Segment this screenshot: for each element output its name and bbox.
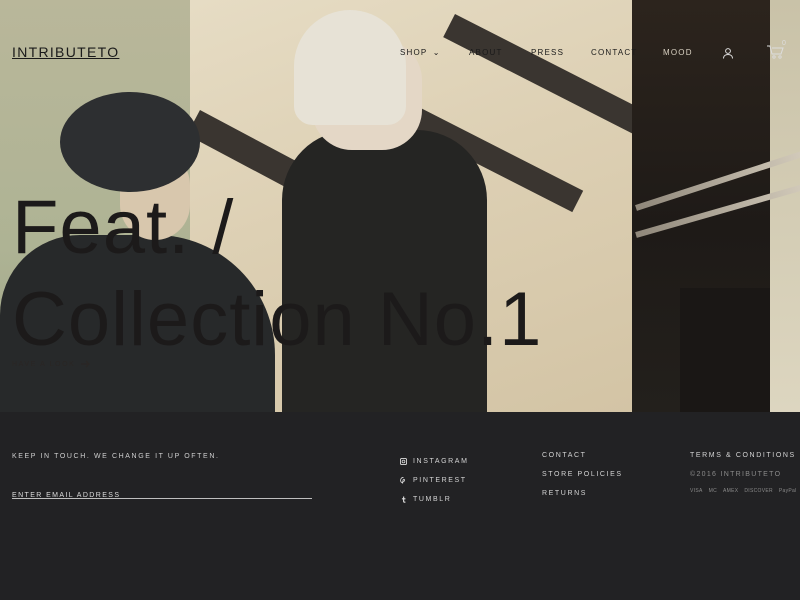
footer-links: CONTACT STORE POLICIES RETURNS [542,452,623,509]
visa-icon: VISA [690,488,703,494]
footer-link-contact[interactable]: CONTACT [542,452,623,471]
background-figure [680,288,770,412]
cart-count: 0 [782,40,786,47]
footer-link-store-policies[interactable]: STORE POLICIES [542,471,623,490]
hero-title-line2: Collection No.1 [12,277,543,362]
social-pinterest[interactable]: PINTEREST [400,471,469,490]
nav-about[interactable]: ABOUT [469,48,503,57]
nav-shop-label: SHOP [400,48,428,57]
email-field[interactable] [12,489,312,502]
social-tumblr[interactable]: TUMBLR [400,490,469,509]
chevron-down-icon: ⌄ [432,48,441,57]
footer-legal: TERMS & CONDITIONS ©2016 INTRIBUTETO VIS… [690,452,797,494]
amex-icon: AMEX [723,488,739,494]
hero-section: INTRIBUTETO SHOP ⌄ ABOUT PRESS CONTACT M… [0,0,800,412]
cart-icon[interactable]: 0 [766,40,786,59]
model-center-hair [294,10,406,125]
hero-title-line1: Feat. / [12,185,235,270]
arrow-right-icon [81,360,91,368]
social-instagram[interactable]: INSTAGRAM [400,452,469,471]
social-instagram-label: INSTAGRAM [413,458,469,465]
hero-title: Feat. / Collection No.1 [12,182,542,366]
footer: KEEP IN TOUCH. WE CHANGE IT UP OFTEN. IN… [0,412,800,600]
brand-logo[interactable]: INTRIBUTETO [12,44,119,60]
footer-tagline: KEEP IN TOUCH. WE CHANGE IT UP OFTEN. [12,453,220,460]
instagram-icon [400,458,407,465]
social-links: INSTAGRAM PINTEREST TUMBLR [400,452,469,509]
nav-contact[interactable]: CONTACT [591,48,637,57]
payment-methods: VISA MC AMEX DISCOVER PayPal [690,488,797,494]
mastercard-icon: MC [708,488,717,494]
model-left-beret [60,92,200,192]
nav-mood[interactable]: MOOD [663,48,693,57]
top-navigation: INTRIBUTETO SHOP ⌄ ABOUT PRESS CONTACT M… [0,40,800,64]
pinterest-icon [400,477,405,484]
nav-press[interactable]: PRESS [531,48,564,57]
social-pinterest-label: PINTEREST [413,477,467,484]
newsletter-form [12,484,312,502]
paypal-icon: PayPal [778,488,797,494]
footer-link-returns[interactable]: RETURNS [542,490,623,509]
tumblr-icon [401,496,406,503]
user-icon[interactable] [722,44,736,59]
discover-icon: DISCOVER [744,488,773,494]
copyright-text: ©2016 INTRIBUTETO [690,471,782,478]
have-a-look-label: HAVE A LOOK [12,360,76,368]
terms-conditions-link[interactable]: TERMS & CONDITIONS [690,452,797,471]
social-tumblr-label: TUMBLR [413,496,452,503]
have-a-look-link[interactable]: HAVE A LOOK [12,360,91,368]
nav-shop[interactable]: SHOP ⌄ [400,48,441,57]
